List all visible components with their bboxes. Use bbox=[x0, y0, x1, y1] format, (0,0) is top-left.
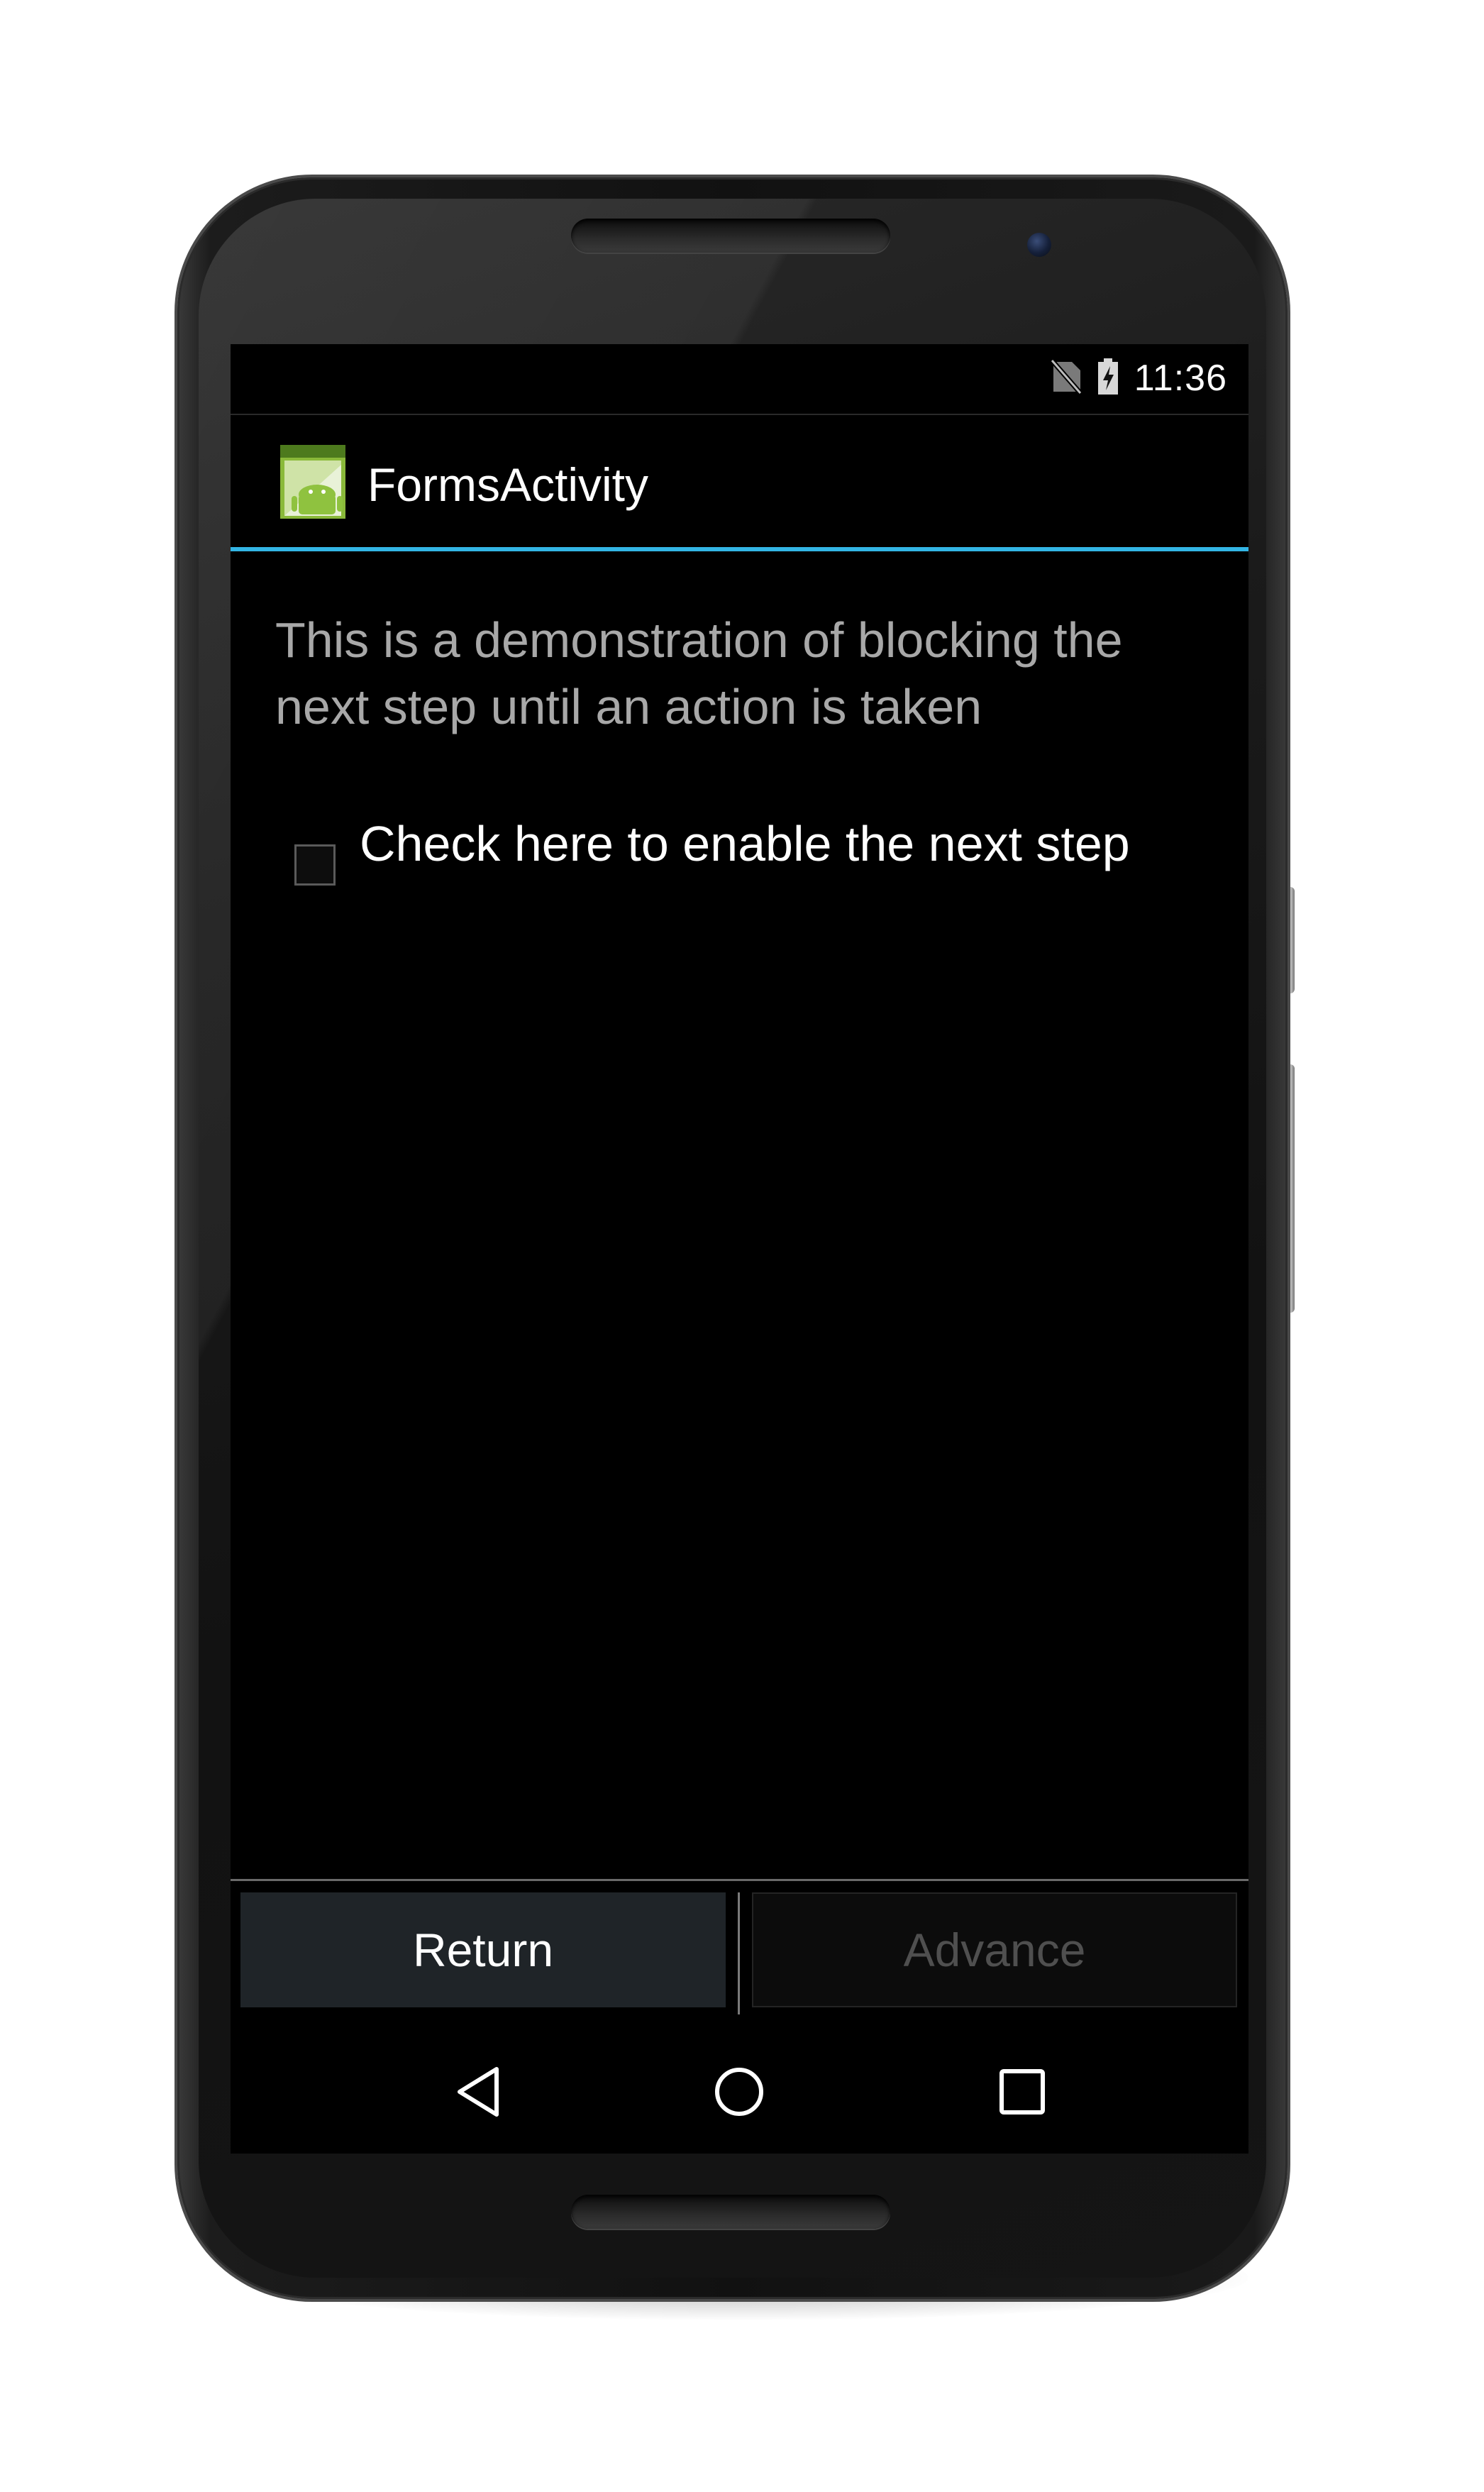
home-button[interactable] bbox=[668, 2033, 810, 2154]
status-bar: 11:36 bbox=[231, 344, 1248, 415]
enable-next-step-checkbox[interactable] bbox=[294, 844, 336, 886]
battery-charging-icon bbox=[1097, 358, 1119, 399]
status-time: 11:36 bbox=[1134, 358, 1227, 399]
button-separator bbox=[738, 1892, 740, 2014]
front-camera bbox=[1027, 233, 1051, 257]
android-app-icon[interactable] bbox=[280, 445, 345, 519]
bottom-speaker bbox=[571, 2195, 890, 2229]
back-button[interactable] bbox=[408, 2033, 550, 2154]
description-text: This is a demonstration of blocking the … bbox=[275, 612, 1123, 734]
action-bar: FormsActivity bbox=[231, 415, 1248, 547]
return-button[interactable]: Return bbox=[240, 1892, 726, 2007]
button-bar-divider bbox=[231, 1879, 1248, 1881]
navigation-bar bbox=[231, 2033, 1248, 2154]
enable-next-step-checkbox-row[interactable]: Check here to enable the next step bbox=[294, 810, 1217, 886]
recents-button[interactable] bbox=[951, 2033, 1093, 2154]
checkbox-label[interactable]: Check here to enable the next step bbox=[360, 810, 1140, 877]
status-icons: 11:36 bbox=[1050, 357, 1227, 399]
advance-button[interactable]: Advance bbox=[752, 1892, 1237, 2007]
back-icon bbox=[454, 2065, 504, 2122]
page-title: FormsActivity bbox=[367, 458, 648, 511]
content-area: This is a demonstration of blocking the … bbox=[231, 551, 1248, 1970]
top-speaker bbox=[571, 219, 890, 253]
no-sim-icon bbox=[1050, 358, 1082, 398]
recents-icon bbox=[999, 2068, 1046, 2119]
home-icon bbox=[713, 2066, 765, 2122]
screen: 11:36 FormsActivity This is a demonstrat… bbox=[231, 344, 1248, 2154]
